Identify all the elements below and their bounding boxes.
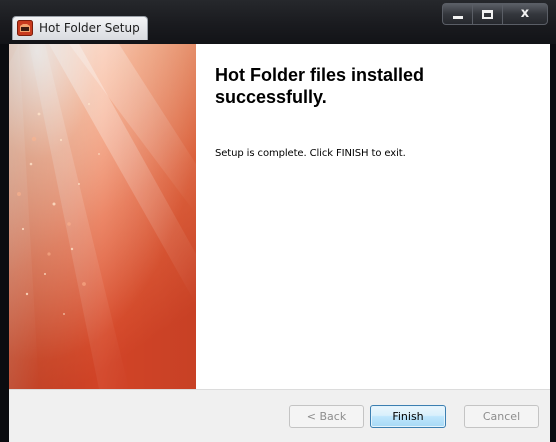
completion-message: Setup is complete. Click FINISH to exit. [215,148,406,159]
minimize-button[interactable] [442,3,472,25]
back-button[interactable]: < Back [289,405,364,428]
close-button[interactable]: x [502,3,548,25]
window-title: Hot Folder Setup [39,21,140,35]
completion-heading: Hot Folder files installed successfully. [215,65,425,107]
wizard-banner-image [9,44,196,389]
maximize-icon [482,10,493,19]
hot-folder-app-icon [17,20,33,36]
close-icon: x [520,6,530,21]
wizard-button-bar: < Back Finish Cancel [9,389,550,442]
maximize-button[interactable] [472,3,502,25]
finish-button[interactable]: Finish [370,405,446,428]
banner-graphic [9,44,196,389]
wizard-content-panel: Hot Folder files installed successfully.… [196,44,550,389]
caption-buttons: x [442,3,548,25]
minimize-icon [453,16,463,19]
title-tab: Hot Folder Setup [12,16,148,40]
title-bar[interactable]: Hot Folder Setup x [0,0,556,44]
cancel-button[interactable]: Cancel [464,405,539,428]
installer-window: Hot Folder Setup x Hot Folder files inst… [0,0,556,442]
dialog-client-area: Hot Folder files installed successfully.… [9,44,550,442]
